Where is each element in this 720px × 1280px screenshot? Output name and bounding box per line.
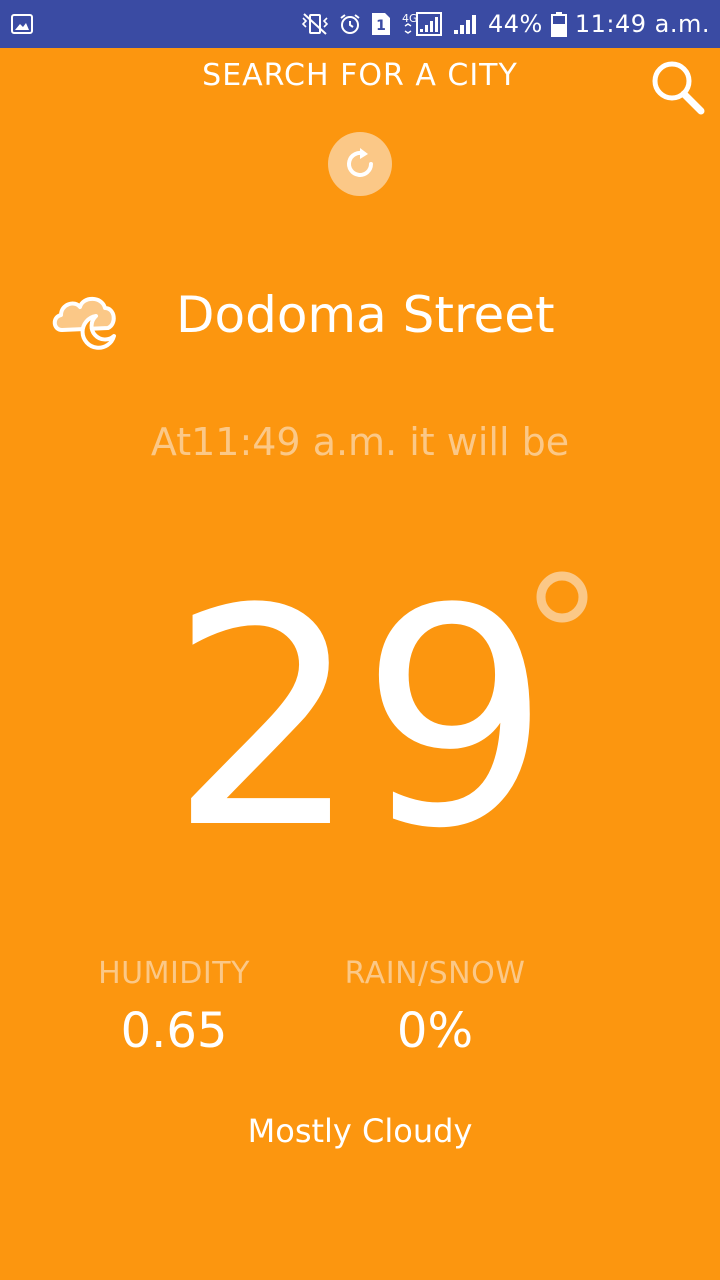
humidity-value: 0.65: [120, 1003, 228, 1059]
network-type: 4G: [402, 12, 418, 25]
status-left: [10, 12, 34, 36]
search-city-title[interactable]: SEARCH FOR A CITY: [0, 58, 720, 93]
search-icon: [652, 61, 705, 115]
4g-icon: 4G: [400, 11, 444, 37]
app-header: SEARCH FOR A CITY: [0, 48, 720, 115]
forecast-time-text: At11:49 a.m. it will be: [150, 420, 570, 464]
humidity-label: HUMIDITY: [98, 956, 250, 991]
cloud-moon-icon: [50, 286, 122, 352]
rain-snow-stat: RAIN/SNOW 0%: [335, 956, 535, 1059]
sim-icon: 1: [370, 11, 392, 37]
mute-vibrate-icon: [300, 12, 330, 36]
refresh-button[interactable]: [328, 132, 392, 196]
gallery-icon: [10, 12, 34, 36]
location-row: Dodoma Street: [0, 280, 720, 360]
location-name: Dodoma Street: [176, 286, 555, 344]
humidity-stat: HUMIDITY 0.65: [74, 956, 274, 1059]
signal-icon: [452, 12, 480, 36]
rain-snow-value: 0%: [396, 1003, 474, 1059]
temperature-value: 29: [169, 545, 551, 894]
battery-percent: 44%: [488, 10, 543, 38]
degree-icon: [534, 569, 590, 625]
refresh-icon: [347, 148, 373, 177]
search-button[interactable]: [646, 54, 710, 118]
rain-snow-label: RAIN/SNOW: [344, 956, 526, 991]
status-right: 1 4G 44% 11:49 a.m.: [300, 10, 710, 38]
clock: 11:49 a.m.: [574, 10, 710, 38]
battery-icon: [550, 11, 567, 37]
status-bar: 1 4G 44% 11:49 a.m.: [0, 0, 720, 48]
weather-summary: Mostly Cloudy: [247, 1112, 473, 1150]
alarm-icon: [338, 12, 362, 36]
sim-number: 1: [376, 18, 386, 34]
